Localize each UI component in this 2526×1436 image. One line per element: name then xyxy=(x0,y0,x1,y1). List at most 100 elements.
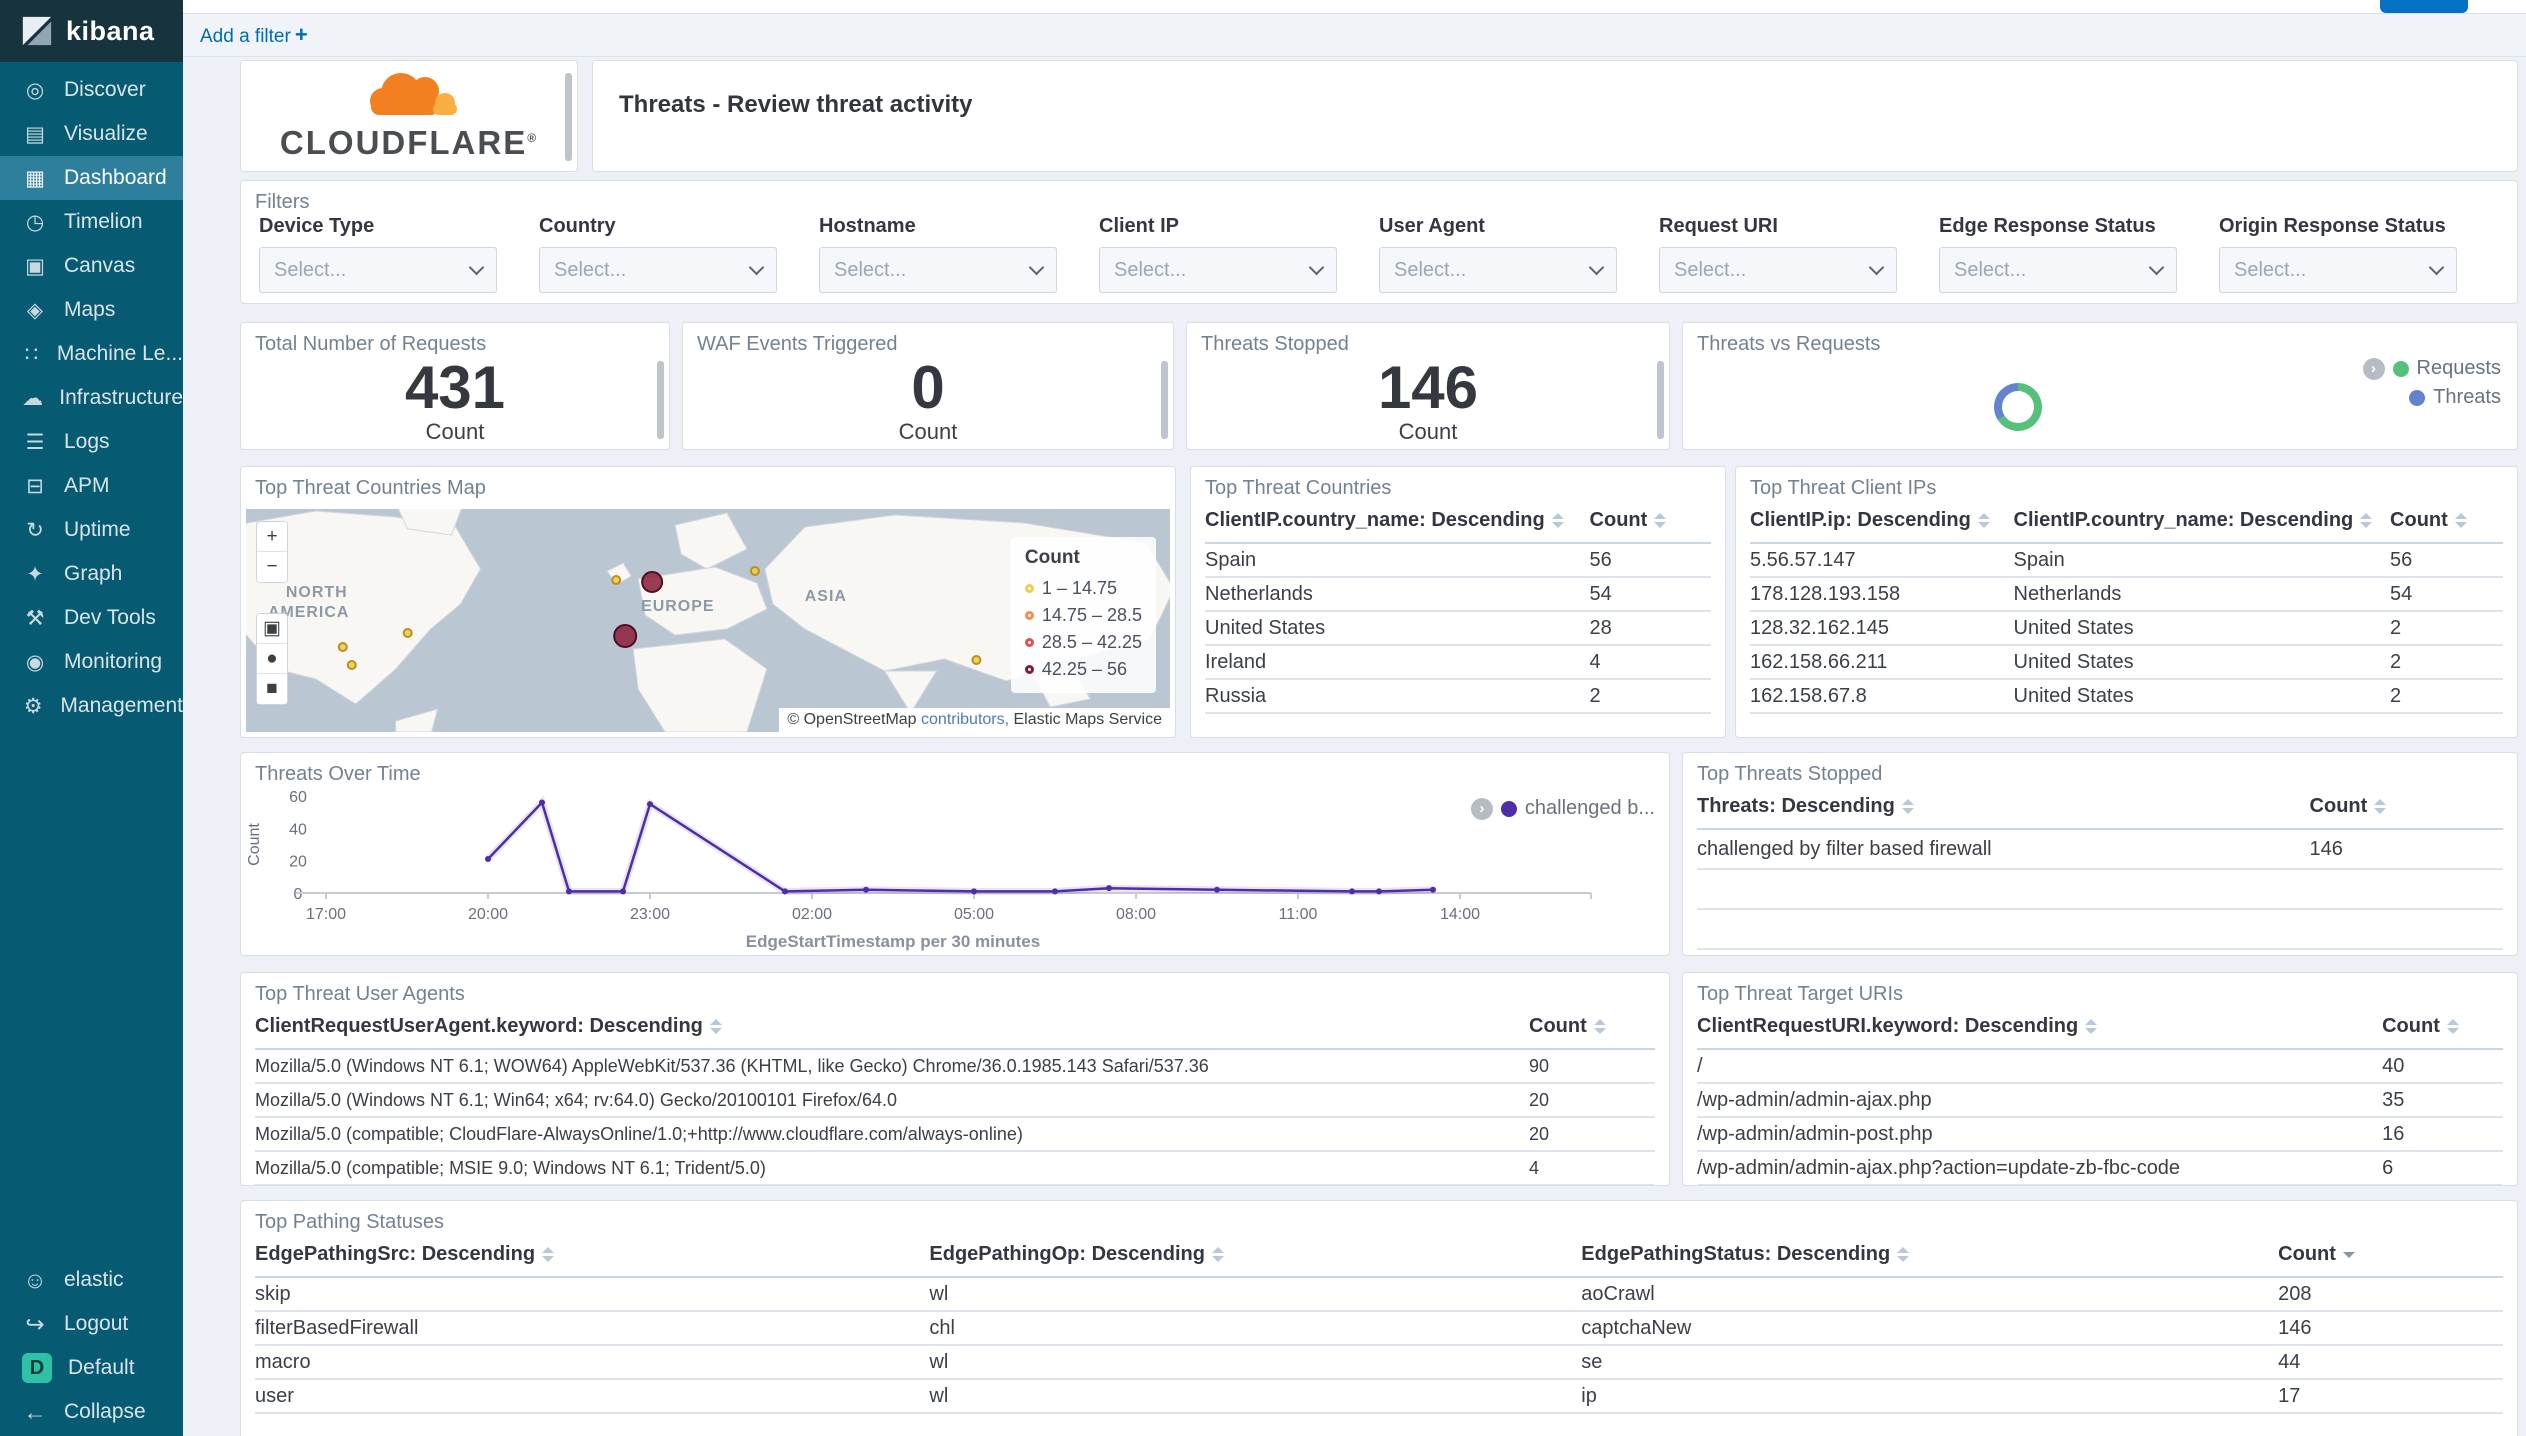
sidebar-item-collapse[interactable]: ← Collapse xyxy=(0,1390,183,1434)
threats-vs-requests-panel: Threats vs Requests › Requests Threats xyxy=(1682,322,2518,450)
sidebar-item-default[interactable]: D Default xyxy=(0,1346,183,1390)
world-map[interactable]: NORTH AMERICA EUROPE ASIA + − ▣ ● ■ Count 1… xyxy=(246,509,1170,732)
select-placeholder: Select... xyxy=(1954,258,2027,281)
table-row: Mozilla/5.0 (compatible; CloudFlare-Alwa… xyxy=(255,1117,1655,1152)
column-header[interactable]: Threats: Descending xyxy=(1697,787,2310,830)
crop-tool-icon[interactable]: ▣ xyxy=(257,614,287,644)
panel-scrollbar[interactable] xyxy=(1161,361,1168,439)
table-cell: 128.32.162.145 xyxy=(1750,611,2014,646)
sort-icon xyxy=(1901,799,1914,815)
legend-toggle-icon[interactable]: › xyxy=(1470,797,1493,820)
table-row: /wp-admin/admin-ajax.php 35 xyxy=(1697,1083,2503,1118)
filter-select-edge-response-status[interactable]: Select... xyxy=(1939,247,2177,293)
table-cell xyxy=(2309,909,2503,950)
table-cell: Spain xyxy=(1205,543,1590,578)
column-header[interactable]: ClientIP.ip: Descending xyxy=(1750,501,2014,544)
filter-select-hostname[interactable]: Select... xyxy=(819,247,1057,293)
sidebar-item-dev-tools[interactable]: ⚒ Dev Tools xyxy=(0,596,183,640)
threats-over-time-chart: 0 20 40 60 Count 17:00 20:00 23:00 02:00 05:00 08:… xyxy=(246,789,1592,951)
filter-select-user-agent[interactable]: Select... xyxy=(1379,247,1617,293)
sidebar-item-logout[interactable]: ↪ Logout xyxy=(0,1302,183,1346)
column-header[interactable]: Count xyxy=(2382,1007,2503,1050)
top-threat-user-agents-table: ClientRequestUserAgent.keyword: Descendi… xyxy=(255,1007,1655,1185)
map-marker-netherlands[interactable] xyxy=(641,571,664,593)
filter-select-client-ip[interactable]: Select... xyxy=(1099,247,1337,293)
column-header[interactable]: ClientIP.country_name: Descending xyxy=(2013,501,2391,544)
sidebar-item-uptime[interactable]: ↻ Uptime xyxy=(0,508,183,552)
sidebar-item-dashboard[interactable]: ▦ Dashboard xyxy=(0,156,183,200)
column-header[interactable]: ClientIP.country_name: Descending xyxy=(1205,501,1590,544)
map-marker-united-states[interactable] xyxy=(337,642,348,652)
sidebar-item-discover[interactable]: ◎ Discover xyxy=(0,68,183,112)
threats-vs-requests-donut[interactable] xyxy=(1994,383,2042,431)
map-marker-russia[interactable] xyxy=(749,566,760,576)
column-header[interactable]: EdgePathingOp: Descending xyxy=(929,1235,1582,1278)
sidebar-footer: ☺ elastic ↪ Logout D Default ← Collapse xyxy=(0,1258,183,1434)
map-marker-china[interactable] xyxy=(971,655,982,665)
sidebar-item-graph[interactable]: ✦ Graph xyxy=(0,552,183,596)
kibana-logo[interactable]: kibana xyxy=(0,0,183,62)
map-region-label: EUROPE xyxy=(641,598,714,615)
panel-scrollbar[interactable] xyxy=(657,361,664,439)
filter-select-request-uri[interactable]: Select... xyxy=(1659,247,1897,293)
column-header[interactable]: Count xyxy=(2309,787,2503,830)
metric-value: 0 xyxy=(911,354,945,421)
table-cell: filterBasedFirewall xyxy=(255,1311,930,1346)
table-cell: 56 xyxy=(2390,543,2503,578)
column-header[interactable]: ClientRequestURI.keyword: Descending xyxy=(1697,1007,2383,1050)
sidebar-item-visualize[interactable]: ▤ Visualize xyxy=(0,112,183,156)
sidebar-item-monitoring[interactable]: ◉ Monitoring xyxy=(0,640,183,684)
table-row: Mozilla/5.0 (Windows NT 6.1; Win64; x64;… xyxy=(255,1083,1655,1118)
zoom-out-button[interactable]: − xyxy=(257,552,287,582)
table-row: user wl ip 17 xyxy=(255,1379,2503,1414)
requests-legend-label[interactable]: Requests xyxy=(2417,357,2502,380)
sidebar-item-machine-le[interactable]: ∷ Machine Le... xyxy=(0,332,183,376)
sidebar-item-elastic[interactable]: ☺ elastic xyxy=(0,1258,183,1302)
column-header[interactable]: EdgePathingStatus: Descending xyxy=(1581,1235,2279,1278)
panel-scrollbar[interactable] xyxy=(1657,361,1664,439)
sidebar-item-maps[interactable]: ◈ Maps xyxy=(0,288,183,332)
add-filter-button[interactable]: Add a filter + xyxy=(200,22,308,48)
filter-select-country[interactable]: Select... xyxy=(539,247,777,293)
column-header[interactable]: EdgePathingSrc: Descending xyxy=(255,1235,930,1278)
panel-scrollbar[interactable] xyxy=(565,73,572,161)
sidebar-item-infrastructure[interactable]: ☁ Infrastructure xyxy=(0,376,183,420)
column-header[interactable]: Count xyxy=(1589,501,1711,544)
column-header[interactable]: Count xyxy=(2278,1235,2503,1278)
sort-icon xyxy=(2446,1019,2459,1035)
filter-select-origin-response-status[interactable]: Select... xyxy=(2219,247,2457,293)
panel-title: Top Threat Target URIs xyxy=(1697,983,1904,1005)
series-legend-label[interactable]: challenged b... xyxy=(1525,797,1655,820)
map-marker-united-states[interactable] xyxy=(402,628,413,638)
sidebar-item-management[interactable]: ⚙ Management xyxy=(0,684,183,728)
map-marker-ireland[interactable] xyxy=(611,575,622,585)
map-marker-spain[interactable] xyxy=(613,624,638,648)
table-header-row: ClientRequestURI.keyword: Descending Coun… xyxy=(1697,1007,2503,1050)
map-marker-united-states[interactable] xyxy=(346,660,357,670)
sidebar-item-apm[interactable]: ⊟ APM xyxy=(0,464,183,508)
filters-panel-title: Filters xyxy=(255,191,310,213)
sort-icon xyxy=(1897,1247,1910,1263)
legend-toggle-icon[interactable]: › xyxy=(2362,357,2385,380)
sidebar-item-canvas[interactable]: ▣ Canvas xyxy=(0,244,183,288)
osm-contributors-link[interactable]: contributors, xyxy=(921,711,1009,728)
svg-text:40: 40 xyxy=(289,821,307,838)
chevron-down-icon xyxy=(2148,259,2165,275)
sidebar-item-timelion[interactable]: ◷ Timelion xyxy=(0,200,183,244)
arrow-left-icon: ← xyxy=(23,1398,47,1425)
column-header[interactable]: Count xyxy=(2390,501,2503,544)
zoom-in-button[interactable]: + xyxy=(257,522,287,552)
filter-select-device-type[interactable]: Select... xyxy=(259,247,497,293)
sidebar-item-logs[interactable]: ☰ Logs xyxy=(0,420,183,464)
canvas-icon: ▣ xyxy=(25,254,45,278)
column-header[interactable]: Count xyxy=(1529,1007,1655,1050)
column-header[interactable]: ClientRequestUserAgent.keyword: Descendi… xyxy=(255,1007,1529,1050)
polygon-tool-icon[interactable]: ● xyxy=(257,644,287,674)
cloud-icon: ☁ xyxy=(22,386,44,410)
svg-text:17:00: 17:00 xyxy=(306,906,346,923)
rectangle-tool-icon[interactable]: ■ xyxy=(257,674,287,704)
threats-legend-label[interactable]: Threats xyxy=(2433,386,2501,409)
sort-icon xyxy=(2454,513,2467,529)
table-cell: challenged by filter based firewall xyxy=(1697,829,2310,870)
update-button-fragment[interactable] xyxy=(2380,0,2468,13)
